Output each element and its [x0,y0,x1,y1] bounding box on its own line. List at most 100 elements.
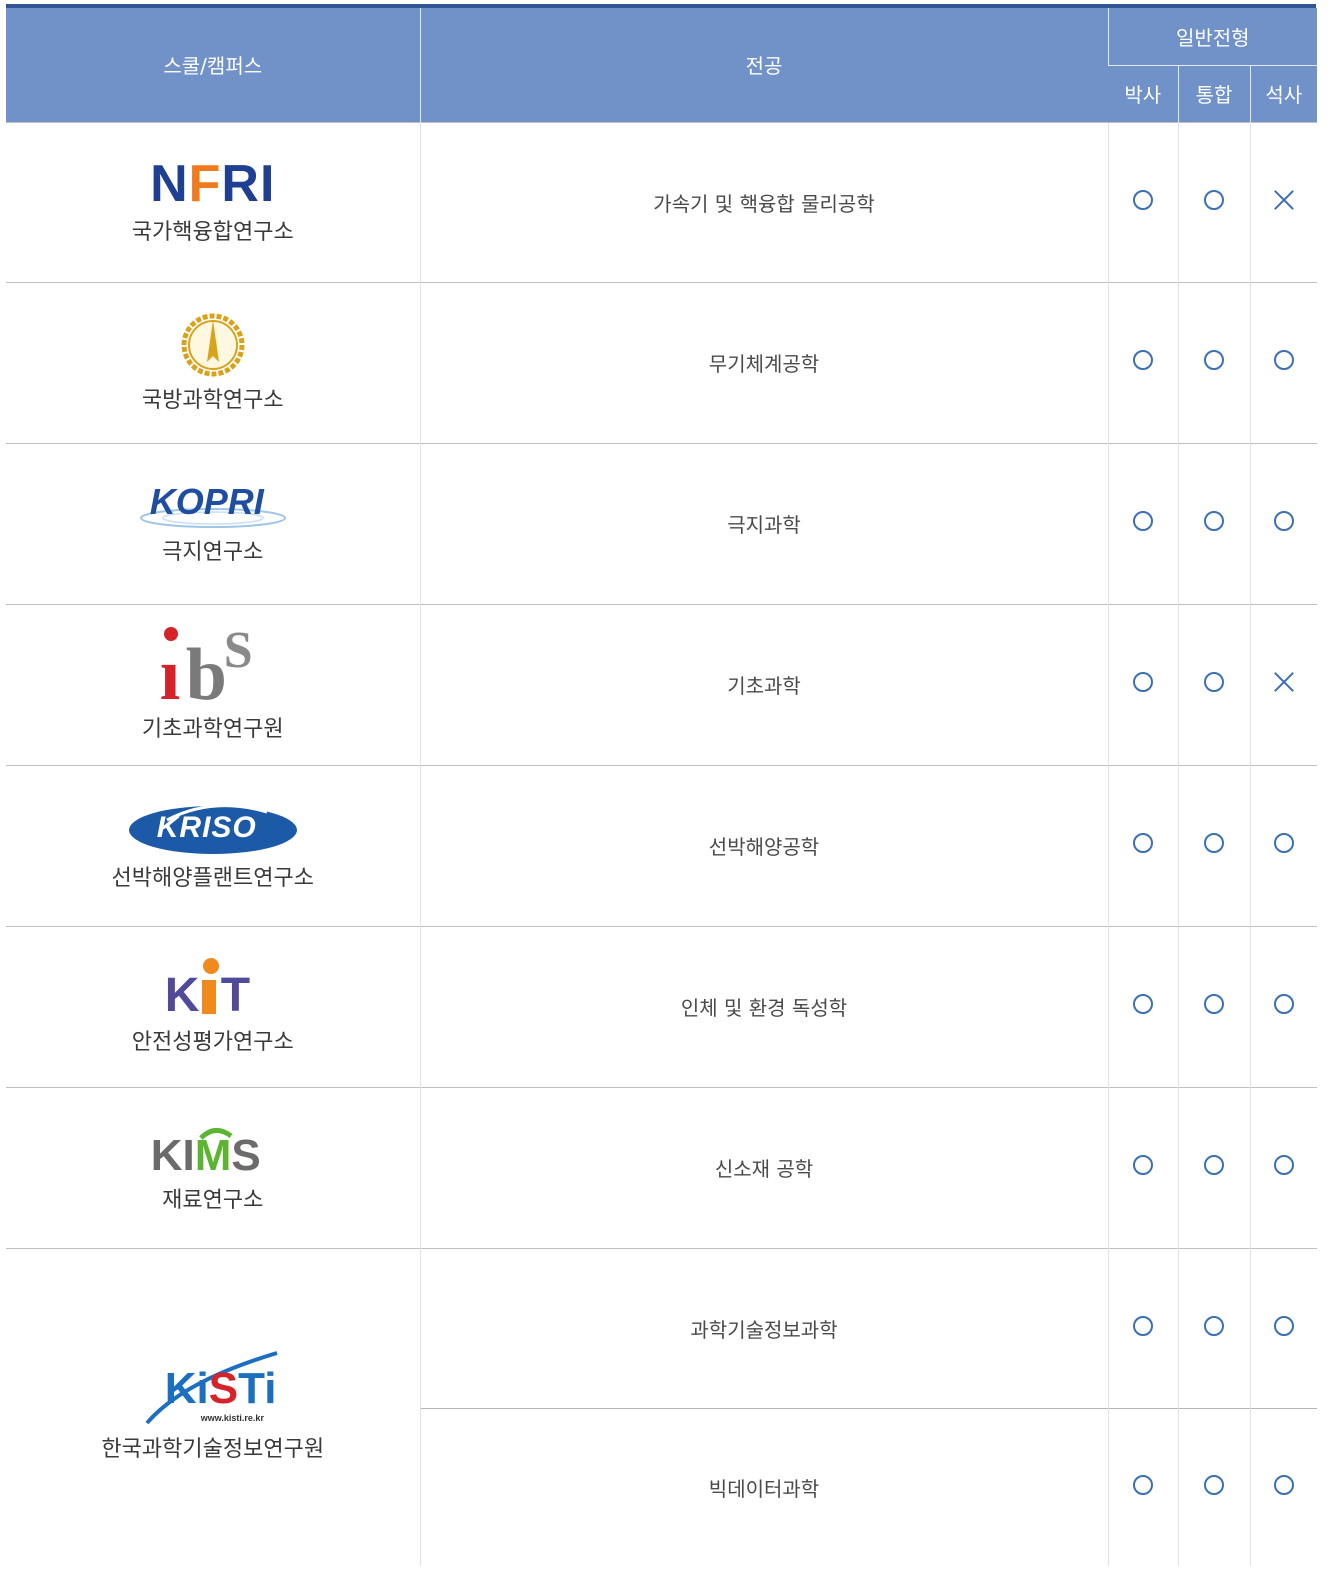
institute-name: 극지연구소 [162,539,264,565]
circle-icon [1273,1155,1294,1175]
kisti-logo: KiSTi www.kisti.re.kr [143,1351,283,1427]
masters-mark [1249,1247,1317,1408]
col-header-integrated: 통합 [1177,64,1250,122]
major-name: 기초과학 [419,603,1108,765]
table-row: NFRI 국가핵융합연구소 가속기 및 핵융합 물리공학 [6,121,1317,282]
circle-icon [1204,350,1224,370]
circle-icon [1204,833,1224,853]
phd-mark [1107,603,1178,765]
major-name: 인체 및 환경 독성학 [419,925,1108,1087]
institute-cell: KOPRI 극지연구소 [6,442,420,604]
masters-mark [1249,764,1317,926]
circle-icon [1133,672,1153,692]
circle-icon [1204,1155,1224,1175]
institute-cell: KiSTi www.kisti.re.kr 한국과학기술정보연구원 [6,1247,420,1566]
circle-icon [1273,350,1294,370]
col-header-phd: 박사 [1108,64,1178,122]
col-header-major: 전공 [419,8,1108,122]
integrated-mark [1177,603,1250,765]
circle-icon [1133,511,1153,531]
cross-icon [1274,190,1294,210]
circle-icon [1273,511,1294,531]
masters-mark [1249,1407,1317,1566]
masters-mark [1249,121,1317,282]
masters-mark [1249,1086,1317,1248]
circle-icon [1133,1155,1153,1175]
circle-icon [1273,833,1294,853]
masters-mark [1249,925,1317,1087]
table-row: K T 안전성평가연구소 인체 및 환경 독성학 [6,925,1317,1087]
phd-mark [1107,442,1178,604]
col-header-general: 일반전형 [1107,8,1317,65]
kit-logo: K T [163,957,263,1020]
institute-name: 선박해양플랜트연구소 [111,865,314,891]
institute-name: 한국과학기술정보연구원 [101,1437,325,1463]
major-name: 과학기술정보과학 [419,1247,1108,1408]
circle-icon [1204,189,1224,210]
table-row: KRISO 선박해양플랜트연구소 선박해양공학 [6,764,1317,926]
table-row: KOPRI 극지연구소 극지과학 [6,442,1317,604]
circle-icon [1204,994,1224,1014]
masters-mark [1249,603,1317,765]
integrated-mark [1177,1086,1250,1248]
circle-icon [1133,1474,1153,1495]
kriso-logo: KRISO [127,800,299,856]
circle-icon [1204,511,1224,531]
major-name: 가속기 및 핵융합 물리공학 [419,121,1108,282]
circle-icon [1133,1315,1153,1336]
masters-mark [1249,281,1317,443]
institute-cell: KRISO 선박해양플랜트연구소 [6,764,420,926]
program-table: 스쿨/캠퍼스 전공 일반전형 박사 통합 석사 NFRI 국가핵융합연구소 가속… [6,8,1317,1566]
kopri-logo: KOPRI [138,482,288,530]
institute-name: 국가핵융합연구소 [131,220,294,245]
major-name: 무기체계공학 [419,281,1108,443]
kims-logo: KIMS [150,1127,261,1180]
col-header-masters: 석사 [1249,64,1317,122]
circle-icon [1133,350,1153,370]
institute-cell: NFRI 국가핵융합연구소 [6,121,420,282]
phd-mark [1107,1407,1178,1566]
phd-mark [1107,764,1178,926]
circle-icon [1133,994,1153,1014]
phd-mark [1107,121,1178,282]
integrated-mark [1177,442,1250,604]
circle-icon [1273,1474,1294,1495]
major-name: 빅데이터과학 [419,1407,1108,1566]
col-header-school: 스쿨/캠퍼스 [6,8,420,122]
table-row: KIMS 재료연구소 신소재 공학 [6,1086,1317,1248]
table-row: ı b S 기초과학연구원 기초과학 [6,603,1317,765]
cross-icon [1274,672,1294,692]
phd-mark [1107,1247,1178,1408]
circle-icon [1133,189,1153,210]
masters-mark [1249,442,1317,604]
institute-cell: ı b S 기초과학연구원 [6,603,420,765]
integrated-mark [1177,1407,1250,1566]
integrated-mark [1177,764,1250,926]
circle-icon [1204,1474,1224,1495]
integrated-mark [1177,1247,1250,1408]
ibs-logo: ı b S [159,621,253,716]
circle-icon [1204,672,1224,692]
kisti-logo-url: www.kisti.re.kr [200,1413,264,1424]
circle-icon [1273,1315,1294,1336]
institute-cell: KIMS 재료연구소 [6,1086,420,1248]
institute-name: 안전성평가연구소 [131,1029,294,1055]
table-row: 국방과학연구소 무기체계공학 [6,281,1317,443]
nfri-logo: NFRI [150,155,276,213]
table-row: KiSTi www.kisti.re.kr 한국과학기술정보연구원 과학기술정보… [6,1247,1317,1566]
institute-name: 재료연구소 [162,1187,264,1213]
institute-name: 국방과학연구소 [141,387,284,413]
institute-cell: K T 안전성평가연구소 [6,925,420,1087]
circle-icon [1133,833,1153,853]
phd-mark [1107,281,1178,443]
major-name: 신소재 공학 [419,1086,1108,1248]
circle-icon [1273,994,1294,1014]
phd-mark [1107,1086,1178,1248]
phd-mark [1107,925,1178,1087]
integrated-mark [1177,281,1250,443]
major-name: 극지과학 [419,442,1108,604]
institute-cell: 국방과학연구소 [6,281,420,443]
integrated-mark [1177,925,1250,1087]
major-name: 선박해양공학 [419,764,1108,926]
add-emblem-logo [181,313,245,376]
